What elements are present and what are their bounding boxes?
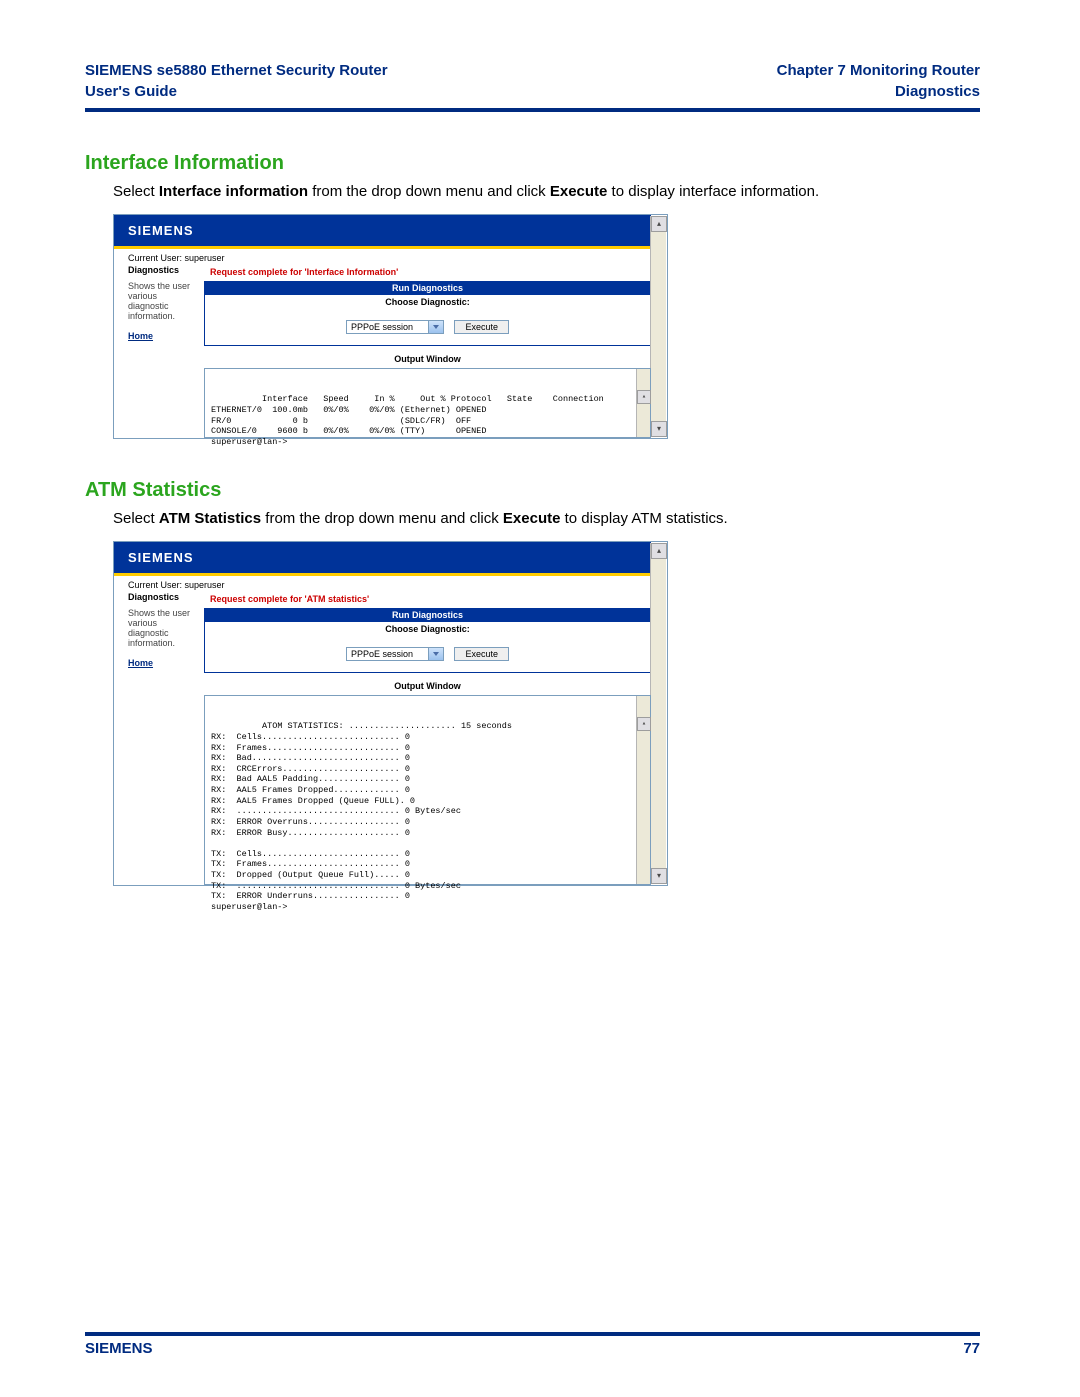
text: to display ATM statistics.: [560, 510, 727, 527]
doc-title: SIEMENS se5880 Ethernet Security Router: [85, 60, 388, 81]
text: Select: [113, 510, 159, 527]
footer-brand: SIEMENS: [85, 1340, 153, 1357]
main-panel: Request complete for 'ATM statistics' Ru…: [204, 592, 651, 885]
logo-bar: SIEMENS: [114, 542, 651, 573]
header-right: Chapter 7 Monitoring Router Diagnostics: [777, 60, 980, 102]
execute-button[interactable]: Execute: [454, 647, 509, 661]
logo-bar: SIEMENS: [114, 215, 651, 246]
text: to display interface information.: [607, 183, 819, 200]
header-rule: [85, 108, 980, 112]
section1-intro: Select Interface information from the dr…: [113, 183, 980, 200]
diagnostic-dropdown[interactable]: PPPoE session: [346, 320, 444, 334]
chapter-title: Chapter 7 Monitoring Router: [777, 60, 980, 81]
current-user: Current User: superuser: [114, 576, 651, 592]
scroll-up-icon[interactable]: ▴: [637, 717, 651, 731]
section-heading-atm-stats: ATM Statistics: [85, 479, 980, 502]
control-row: PPPoE session Execute: [204, 636, 651, 673]
sidebar-title: Diagnostics: [128, 592, 196, 602]
chapter-section: Diagnostics: [777, 81, 980, 102]
sidebar-note: Shows the user various diagnostic inform…: [128, 608, 196, 648]
output-text: ATOM STATISTICS: ..................... 1…: [211, 721, 512, 912]
dropdown-value: PPPoE session: [351, 649, 413, 659]
sidebar: Diagnostics Shows the user various diagn…: [114, 592, 204, 885]
output-scrollbar[interactable]: ▴: [636, 369, 650, 437]
page-number: 77: [963, 1340, 980, 1357]
screenshot-atm-stats: ▴ ▾ SIEMENS Current User: superuser Diag…: [113, 541, 668, 886]
screenshot-interface-info: ▴ ▾ SIEMENS Current User: superuser Diag…: [113, 214, 668, 439]
page-footer: SIEMENS 77: [85, 1332, 980, 1357]
sidebar-home-link[interactable]: Home: [128, 331, 196, 341]
output-window-label: Output Window: [204, 681, 651, 691]
scroll-up-icon[interactable]: ▴: [651, 543, 667, 559]
choose-diagnostic-label: Choose Diagnostic:: [204, 622, 651, 636]
section-heading-interface-info: Interface Information: [85, 152, 980, 175]
status-message: Request complete for 'Interface Informat…: [204, 265, 651, 281]
current-user: Current User: superuser: [114, 249, 651, 265]
footer-rule: [85, 1332, 980, 1336]
text-bold: ATM Statistics: [159, 510, 261, 527]
output-scrollbar[interactable]: ▴: [636, 696, 650, 884]
text: from the drop down menu and click: [261, 510, 503, 527]
chevron-down-icon: [433, 652, 439, 656]
text-bold: Execute: [503, 510, 561, 527]
text-bold: Interface information: [159, 183, 308, 200]
scrollbar[interactable]: ▴ ▾: [650, 216, 666, 437]
doc-subtitle: User's Guide: [85, 81, 388, 102]
main-panel: Request complete for 'Interface Informat…: [204, 265, 651, 438]
output-window: ▴ ATOM STATISTICS: .....................…: [204, 695, 651, 885]
sidebar-title: Diagnostics: [128, 265, 196, 275]
document-page: SIEMENS se5880 Ethernet Security Router …: [0, 0, 1080, 1397]
section2-intro: Select ATM Statistics from the drop down…: [113, 510, 980, 527]
page-header: SIEMENS se5880 Ethernet Security Router …: [85, 60, 980, 102]
run-diagnostics-header: Run Diagnostics: [204, 281, 651, 295]
sidebar-note: Shows the user various diagnostic inform…: [128, 281, 196, 321]
output-window-label: Output Window: [204, 354, 651, 364]
header-left: SIEMENS se5880 Ethernet Security Router …: [85, 60, 388, 102]
run-diagnostics-header: Run Diagnostics: [204, 608, 651, 622]
choose-diagnostic-label: Choose Diagnostic:: [204, 295, 651, 309]
scroll-down-icon[interactable]: ▾: [651, 868, 667, 884]
output-text: Interface Speed In % Out % Protocol Stat…: [211, 394, 604, 447]
dropdown-value: PPPoE session: [351, 322, 413, 332]
text: Select: [113, 183, 159, 200]
control-row: PPPoE session Execute: [204, 309, 651, 346]
sidebar-home-link[interactable]: Home: [128, 658, 196, 668]
scroll-up-icon[interactable]: ▴: [637, 390, 651, 404]
text-bold: Execute: [550, 183, 608, 200]
diagnostic-dropdown[interactable]: PPPoE session: [346, 647, 444, 661]
sidebar: Diagnostics Shows the user various diagn…: [114, 265, 204, 438]
scroll-up-icon[interactable]: ▴: [651, 216, 667, 232]
output-window: ▴ Interface Speed In % Out % Protocol St…: [204, 368, 651, 438]
text: from the drop down menu and click: [308, 183, 550, 200]
execute-button[interactable]: Execute: [454, 320, 509, 334]
chevron-down-icon: [433, 325, 439, 329]
status-message: Request complete for 'ATM statistics': [204, 592, 651, 608]
